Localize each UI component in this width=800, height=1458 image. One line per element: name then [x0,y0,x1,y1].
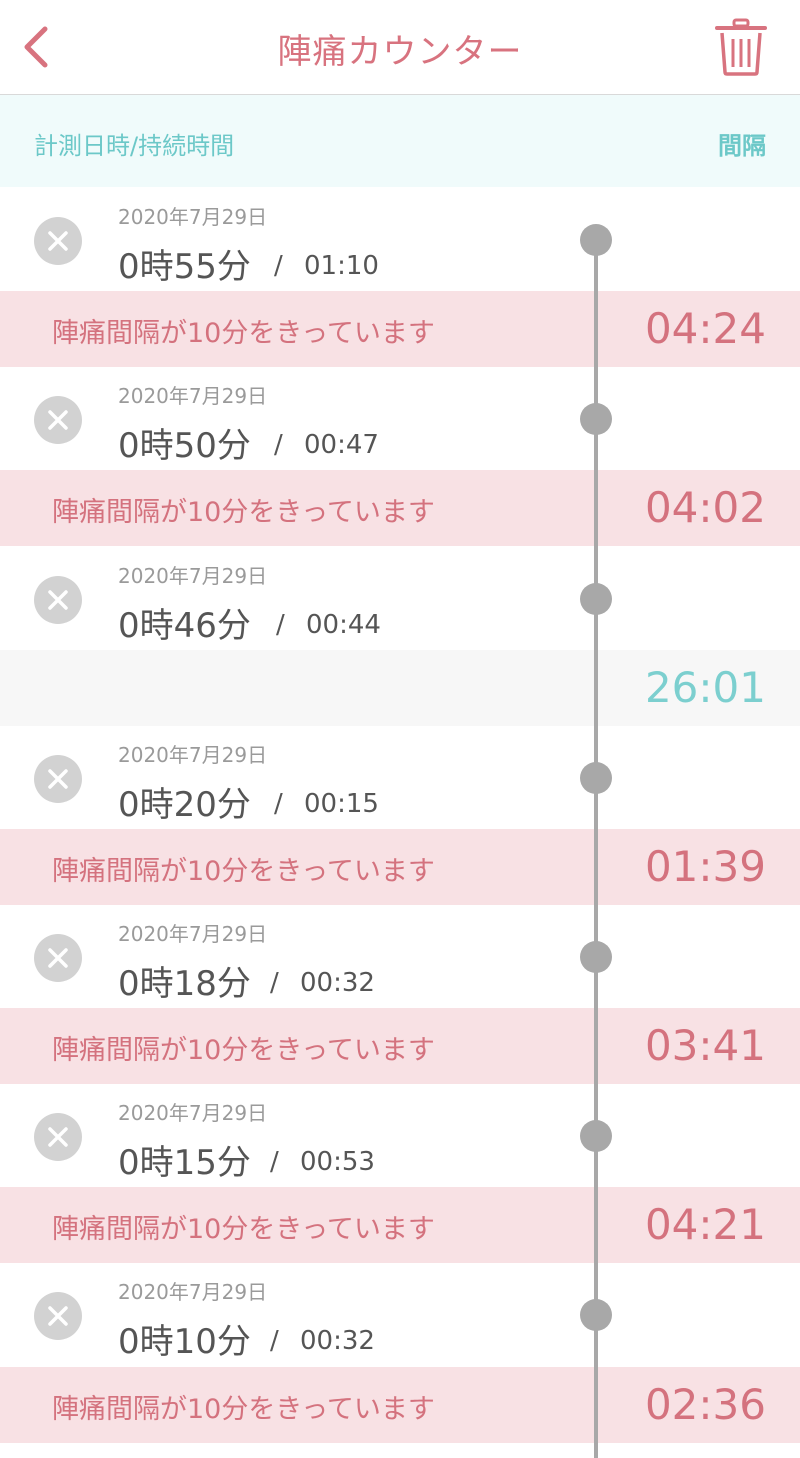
interval-row: 陣痛間隔が10分をきっています 04:02 [0,470,800,546]
entry-duration: 00:32 [300,968,375,998]
entry-start-time: 0時46分 [118,606,251,646]
close-icon [48,948,68,968]
delete-entry-button[interactable] [34,1113,82,1161]
interval-row: 陣痛間隔が10分をきっています 02:36 [0,1367,800,1443]
entry-duration: 00:44 [306,610,381,640]
contraction-entry: 2020年7月29日 0時10分 / 00:32 [0,1264,800,1366]
entry-date: 2020年7月29日 [118,1280,268,1304]
entry-duration: 00:32 [300,1326,375,1356]
entry-start-time: 0時55分 [118,247,251,287]
contraction-entry: 2020年7月29日 0時46分 / 00:44 [0,548,800,650]
interval-value: 04:02 [644,483,766,532]
entry-date: 2020年7月29日 [118,564,268,588]
nav-bar: 陣痛カウンター [0,0,800,95]
timeline-dot [580,762,612,794]
close-icon [48,1306,68,1326]
entry-separator: / [274,789,283,819]
contraction-entry: 2020年7月29日 0時15分 / 00:53 [0,1085,800,1187]
interval-warning-text: 陣痛間隔が10分をきっています [52,1214,435,1245]
timeline-dot [580,1299,612,1331]
delete-entry-button[interactable] [34,755,82,803]
interval-value: 26:01 [644,663,766,712]
delete-entry-button[interactable] [34,396,82,444]
close-icon [48,769,68,789]
entry-separator: / [270,1326,279,1356]
entry-duration: 01:10 [304,251,379,281]
contraction-entry: 2020年7月29日 0時55分 / 01:10 [0,189,800,291]
close-icon [48,590,68,610]
timeline-dot [580,583,612,615]
entry-separator: / [274,251,283,281]
entry-start-time: 0時50分 [118,426,251,466]
close-icon [48,1127,68,1147]
interval-value: 02:36 [644,1380,766,1429]
interval-row: 陣痛間隔が10分をきっています 04:21 [0,1187,800,1263]
contraction-entry: 2020年7月29日 0時20分 / 00:15 [0,727,800,829]
entry-start-time: 0時15分 [118,1143,251,1183]
close-icon [48,231,68,251]
interval-warning-text: 陣痛間隔が10分をきっています [52,1394,435,1425]
entry-date: 2020年7月29日 [118,1101,268,1125]
delete-all-button[interactable] [712,16,770,78]
timeline-dot [580,403,612,435]
entry-duration: 00:47 [304,430,379,460]
entry-start-time: 0時20分 [118,785,251,825]
entry-duration: 00:53 [300,1147,375,1177]
contraction-entry: 2020年7月29日 0時50分 / 00:47 [0,368,800,470]
entry-date: 2020年7月29日 [118,743,268,767]
delete-entry-button[interactable] [34,576,82,624]
delete-entry-button[interactable] [34,934,82,982]
entry-separator: / [270,1147,279,1177]
column-header-datetime: 計測日時/持続時間 [34,132,235,160]
interval-value: 04:21 [644,1200,766,1249]
page-title: 陣痛カウンター [277,32,523,72]
entry-start-time: 0時10分 [118,1322,251,1362]
timeline-dot [580,941,612,973]
interval-row: 26:01 [0,650,800,726]
column-header-interval: 間隔 [718,132,766,160]
trash-icon [715,18,767,76]
interval-value: 03:41 [644,1021,766,1070]
entry-date: 2020年7月29日 [118,384,268,408]
entry-date: 2020年7月29日 [118,205,268,229]
interval-row: 陣痛間隔が10分をきっています 01:39 [0,829,800,905]
interval-warning-text: 陣痛間隔が10分をきっています [52,1035,435,1066]
interval-value: 04:24 [644,304,766,353]
entry-separator: / [270,968,279,998]
interval-row: 陣痛間隔が10分をきっています 03:41 [0,1008,800,1084]
entry-date: 2020年7月29日 [118,922,268,946]
contraction-entry: 2020年7月29日 0時18分 / 00:32 [0,906,800,1008]
interval-warning-text: 陣痛間隔が10分をきっています [52,856,435,887]
timeline-dot [580,224,612,256]
interval-value: 01:39 [644,842,766,891]
timeline-dot [580,1120,612,1152]
entry-start-time: 0時18分 [118,964,251,1004]
delete-entry-button[interactable] [34,217,82,265]
entry-duration: 00:15 [304,789,379,819]
entry-separator: / [274,430,283,460]
close-icon [48,410,68,430]
entry-separator: / [276,610,285,640]
interval-warning-text: 陣痛間隔が10分をきっています [52,318,435,349]
interval-row: 陣痛間隔が10分をきっています 04:24 [0,291,800,367]
delete-entry-button[interactable] [34,1292,82,1340]
interval-warning-text: 陣痛間隔が10分をきっています [52,497,435,528]
